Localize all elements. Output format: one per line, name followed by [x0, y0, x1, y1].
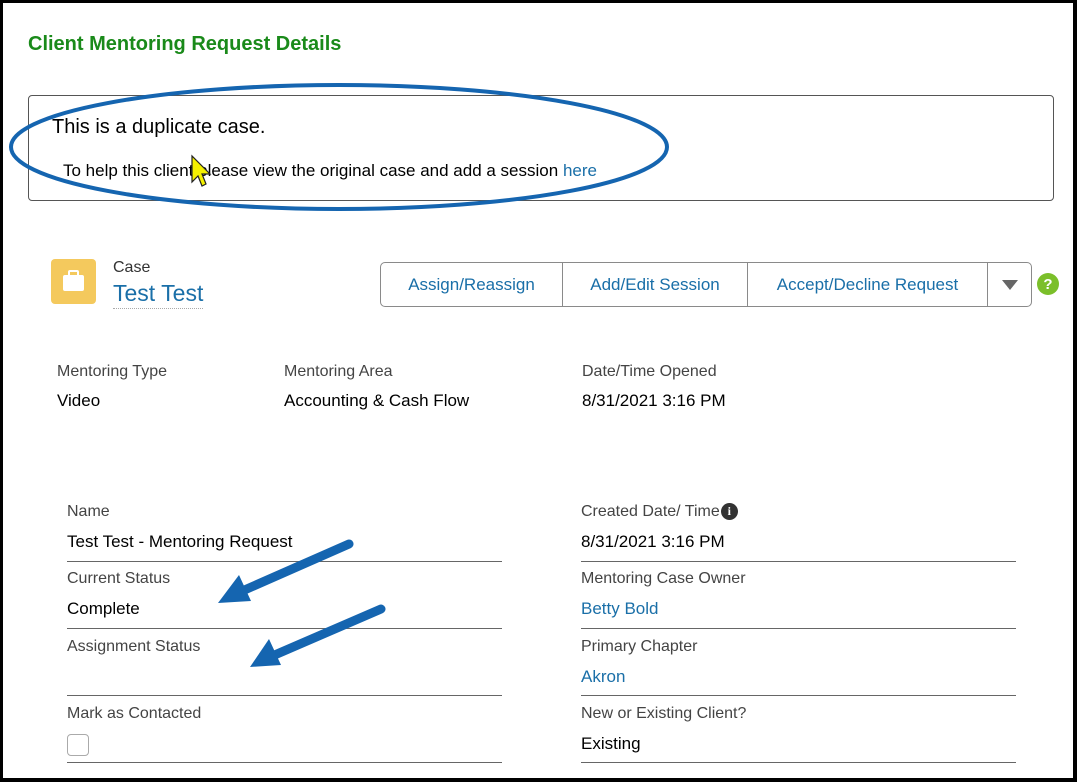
mentoring-type-value: Video [57, 391, 101, 410]
mentoring-case-owner-label: Mentoring Case Owner [581, 570, 746, 587]
accept-decline-request-button[interactable]: Accept/Decline Request [748, 263, 988, 306]
briefcase-icon [51, 259, 96, 304]
question-icon[interactable]: ? [1037, 273, 1059, 295]
add-edit-session-button[interactable]: Add/Edit Session [563, 263, 748, 306]
info-icon[interactable]: i [720, 503, 738, 520]
annotation-arrow [250, 604, 386, 667]
created-date-label-text: Created Date/ Time [581, 503, 720, 520]
date-time-opened-label: Date/Time Opened [582, 363, 717, 380]
triangle-down-icon [1001, 279, 1018, 290]
case-action-buttons: Assign/Reassign Add/Edit Session Accept/… [380, 262, 1032, 307]
name-field-value: Test Test - Mentoring Request [67, 532, 293, 551]
divider [67, 561, 502, 562]
divider [67, 628, 502, 629]
duplicate-notice-heading: This is a duplicate case. [52, 116, 266, 138]
more-actions-button[interactable] [988, 263, 1031, 306]
divider [581, 695, 1016, 696]
annotation-arrow [218, 539, 354, 603]
case-name[interactable]: Test Test [113, 280, 204, 309]
duplicate-notice-message: To help this client please view the orig… [63, 161, 597, 181]
new-or-existing-client-label: New or Existing Client? [581, 705, 747, 722]
created-date-value: 8/31/2021 3:16 PM [581, 532, 725, 551]
mentoring-area-label: Mentoring Area [284, 363, 393, 380]
divider [67, 695, 502, 696]
date-time-opened-value: 8/31/2021 3:16 PM [582, 391, 726, 410]
page-title: Client Mentoring Request Details [28, 33, 342, 55]
mark-as-contacted-checkbox[interactable] [67, 734, 89, 756]
original-case-link[interactable]: here [563, 161, 597, 180]
mentoring-type-label: Mentoring Type [57, 363, 167, 380]
assignment-status-label: Assignment Status [67, 638, 201, 655]
duplicate-notice-text: To help this client please view the orig… [63, 161, 559, 180]
primary-chapter-link[interactable]: Akron [581, 667, 625, 687]
divider [581, 561, 1016, 562]
current-status-value: Complete [67, 599, 140, 618]
duplicate-notice-box [28, 95, 1054, 201]
mentoring-case-owner-link[interactable]: Betty Bold [581, 599, 659, 619]
created-date-label: Created Date/ Time i [581, 503, 738, 521]
divider [67, 762, 502, 763]
mentoring-area-value: Accounting & Cash Flow [284, 391, 470, 410]
assign-reassign-button[interactable]: Assign/Reassign [381, 263, 563, 306]
new-or-existing-client-value: Existing [581, 734, 641, 753]
case-label: Case [113, 259, 151, 276]
mark-as-contacted-label: Mark as Contacted [67, 705, 202, 722]
divider [581, 762, 1016, 763]
current-status-label: Current Status [67, 570, 171, 587]
primary-chapter-label: Primary Chapter [581, 638, 698, 655]
divider [581, 628, 1016, 629]
name-field-label: Name [67, 503, 110, 520]
